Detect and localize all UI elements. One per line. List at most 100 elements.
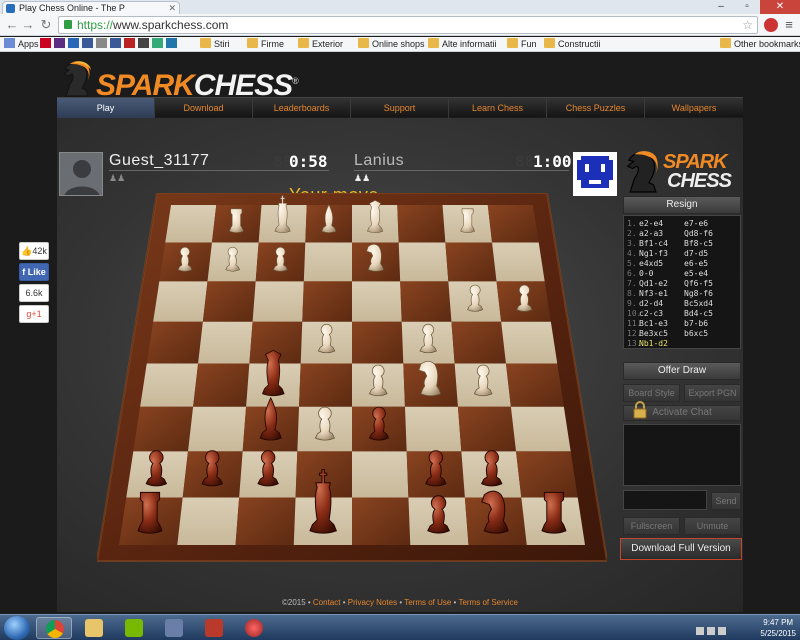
board-square[interactable]	[505, 363, 564, 407]
move-row[interactable]: 2. a2-a3 Qd8-f6	[627, 229, 740, 239]
footer-link-privacy[interactable]: Privacy Notes	[348, 598, 397, 607]
board-square[interactable]	[303, 242, 352, 282]
move-row[interactable]: 11.Bc1-e3 b7-b6	[627, 319, 740, 329]
board-square[interactable]	[202, 281, 256, 322]
move-list[interactable]: 1. e2-e4 e7-e6 2. a2-a3 Qd8-f6 3. Bf1-c4 Bf8-c5 4…	[623, 215, 741, 349]
board-square[interactable]	[193, 363, 250, 407]
move-row[interactable]: 8. Nf3-e1 Ng8-f6	[627, 289, 740, 299]
move-row[interactable]: 4. Ng1-f3 d7-d5	[627, 249, 740, 259]
board-square[interactable]	[146, 321, 203, 364]
footer-link-terms-of-service[interactable]: Terms of Service	[458, 598, 518, 607]
move-row[interactable]: 3. Bf1-c4 Bf8-c5	[627, 239, 740, 249]
board-square[interactable]	[492, 242, 545, 282]
taskbar-app-m[interactable]	[156, 617, 192, 639]
browser-tab[interactable]: Play Chess Online - The P ✕	[2, 1, 180, 14]
bookmark-folder-alte-informatii[interactable]: Alte informatii	[428, 38, 497, 51]
board-square[interactable]	[187, 406, 247, 452]
board-square[interactable]	[252, 281, 304, 322]
board-square[interactable]	[235, 497, 296, 545]
start-button[interactable]	[4, 616, 30, 640]
board-square[interactable]	[457, 406, 517, 452]
move-row[interactable]: 13.Nb1-d2	[627, 339, 740, 349]
board-square[interactable]	[177, 497, 240, 545]
board-square[interactable]	[352, 451, 409, 498]
move-row[interactable]: 5. e4xd5 e6-e5	[627, 259, 740, 269]
bookmark-folder-exterior[interactable]: Exterior	[298, 38, 343, 51]
tab-close-icon[interactable]: ✕	[168, 2, 176, 14]
offer-draw-button[interactable]: Offer Draw	[623, 362, 741, 380]
board-square[interactable]	[140, 363, 199, 407]
move-row[interactable]: 6. 0-0 e5-e4	[627, 269, 740, 279]
chat-log[interactable]	[623, 424, 741, 486]
bookmark-apps[interactable]: Apps	[4, 38, 39, 51]
system-tray-icons[interactable]	[696, 622, 736, 635]
nav-download[interactable]: Download	[155, 98, 253, 118]
forward-arrow-icon[interactable]: →	[20, 17, 36, 33]
board-square[interactable]	[451, 321, 506, 364]
facebook-like-button[interactable]: f Like	[19, 263, 49, 281]
maximize-button[interactable]: ▫	[734, 0, 760, 14]
nav-wallpapers[interactable]: Wallpapers	[645, 98, 743, 118]
bookmark-star-icon[interactable]: ☆	[742, 17, 753, 33]
board-square[interactable]	[299, 363, 352, 407]
nav-play[interactable]: Play	[57, 98, 155, 118]
fullscreen-button[interactable]: Fullscreen	[623, 517, 680, 535]
back-arrow-icon[interactable]: ←	[4, 17, 20, 33]
bookmark-folder-fun[interactable]: Fun	[507, 38, 537, 51]
bookmark-folder-online-shops[interactable]: Online shops	[358, 38, 425, 51]
taskbar-explorer[interactable]	[76, 617, 112, 639]
reload-icon[interactable]: ↻	[38, 17, 54, 33]
board-square[interactable]	[404, 406, 462, 452]
taskbar-chrome[interactable]	[36, 617, 72, 639]
board-square[interactable]	[400, 281, 452, 322]
nav-chess-puzzles[interactable]: Chess Puzzles	[547, 98, 645, 118]
move-row[interactable]: 9. d2-d4 Bc5xd4	[627, 299, 740, 309]
board-square[interactable]	[516, 451, 578, 498]
board-style-button[interactable]: Board Style	[623, 384, 680, 402]
export-pgn-button[interactable]: Export PGN	[684, 384, 741, 402]
bookmark-folder-constructii[interactable]: Constructii	[544, 38, 601, 51]
minimize-button[interactable]: –	[708, 0, 734, 14]
taskbar-app-globe[interactable]	[236, 617, 272, 639]
board-square[interactable]	[302, 281, 352, 322]
board-square[interactable]	[198, 321, 253, 364]
nav-leaderboards[interactable]: Leaderboards	[253, 98, 351, 118]
nav-support[interactable]: Support	[351, 98, 449, 118]
google-plus-button[interactable]: g+1	[19, 305, 49, 323]
board-square[interactable]	[487, 205, 539, 243]
system-clock[interactable]: 9:47 PM 5/25/2015	[760, 617, 796, 639]
footer-link-contact[interactable]: Contact	[313, 598, 341, 607]
footer-link-terms-of-use[interactable]: Terms of Use	[404, 598, 451, 607]
bookmark-folder-firme[interactable]: Firme	[247, 38, 284, 51]
nav-learn-chess[interactable]: Learn Chess	[449, 98, 547, 118]
chat-input[interactable]	[623, 490, 707, 510]
board-square[interactable]	[133, 406, 194, 452]
board-square[interactable]	[398, 242, 449, 282]
board-square[interactable]	[352, 321, 404, 364]
menu-icon[interactable]: ≡	[781, 17, 797, 33]
move-row[interactable]: 7. Qd1-e2 Qf6-f5	[627, 279, 740, 289]
move-row[interactable]: 12.Be3xc5 b6xc5	[627, 329, 740, 339]
board-square[interactable]	[445, 242, 497, 282]
board-square[interactable]	[510, 406, 571, 452]
taskbar-nvidia[interactable]	[116, 617, 152, 639]
bookmark-folder-other[interactable]: Other bookmarks	[720, 38, 800, 51]
resign-button[interactable]: Resign	[623, 196, 741, 214]
bookmark-folder-stiri[interactable]: Stiri	[200, 38, 230, 51]
download-full-version-button[interactable]: Download Full Version	[620, 538, 742, 560]
board-square[interactable]	[165, 205, 217, 243]
board-square[interactable]	[397, 205, 446, 243]
sparkchess-logo[interactable]: SPARKCHESS®	[60, 60, 300, 101]
move-row[interactable]: 1. e2-e4 e7-e6	[627, 219, 740, 229]
adblock-extension-icon[interactable]	[764, 18, 778, 32]
taskbar-app-120x[interactable]	[196, 617, 232, 639]
board-square[interactable]	[352, 281, 402, 322]
address-bar[interactable]: https://www.sparkchess.com ☆	[58, 16, 758, 34]
move-row[interactable]: 10.c2-c3 Bd4-c5	[627, 309, 740, 319]
board-square[interactable]	[352, 497, 411, 545]
window-close-button[interactable]: ✕	[760, 0, 800, 14]
chess-board[interactable]	[97, 193, 607, 565]
board-square[interactable]	[153, 281, 208, 322]
bookmark-favicons[interactable]	[40, 38, 180, 51]
unmute-button[interactable]: Unmute	[684, 517, 741, 535]
